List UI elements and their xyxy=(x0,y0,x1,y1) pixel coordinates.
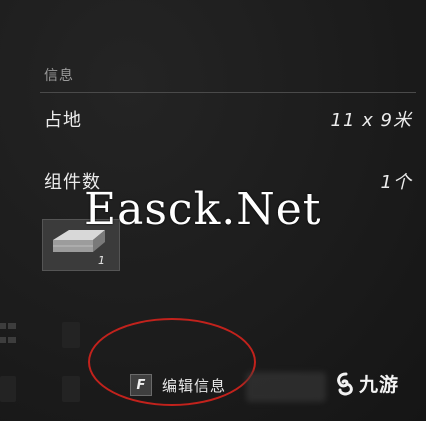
blurred-area xyxy=(246,372,326,402)
f-key-icon: F xyxy=(130,374,152,396)
component-tile-count: 1 xyxy=(98,254,105,267)
info-panel: 信息 占地 11 x 9米 组件数 1个 1 Easck.Net F 编辑信息 … xyxy=(0,0,426,421)
background-slot xyxy=(62,376,80,402)
footprint-label: 占地 xyxy=(44,110,82,131)
section-divider xyxy=(40,92,416,93)
background-slot xyxy=(62,322,80,348)
swirl-logo-icon xyxy=(337,372,353,396)
side-marker-icon xyxy=(8,337,16,343)
edit-info-label: 编辑信息 xyxy=(162,376,227,395)
footprint-value: 11 x 9米 xyxy=(330,110,412,131)
edit-info-button[interactable]: F 编辑信息 xyxy=(130,372,226,398)
watermark: Easck.Net xyxy=(84,184,322,235)
side-marker-icon xyxy=(8,323,16,329)
logo-text: 九游 xyxy=(359,374,400,396)
section-title: 信息 xyxy=(44,68,74,84)
component-count-value: 1个 xyxy=(380,172,412,193)
side-marker-icon xyxy=(0,323,6,329)
background-slot xyxy=(0,376,16,402)
side-marker-icon xyxy=(0,337,6,343)
site-logo: 九游 xyxy=(335,370,399,397)
